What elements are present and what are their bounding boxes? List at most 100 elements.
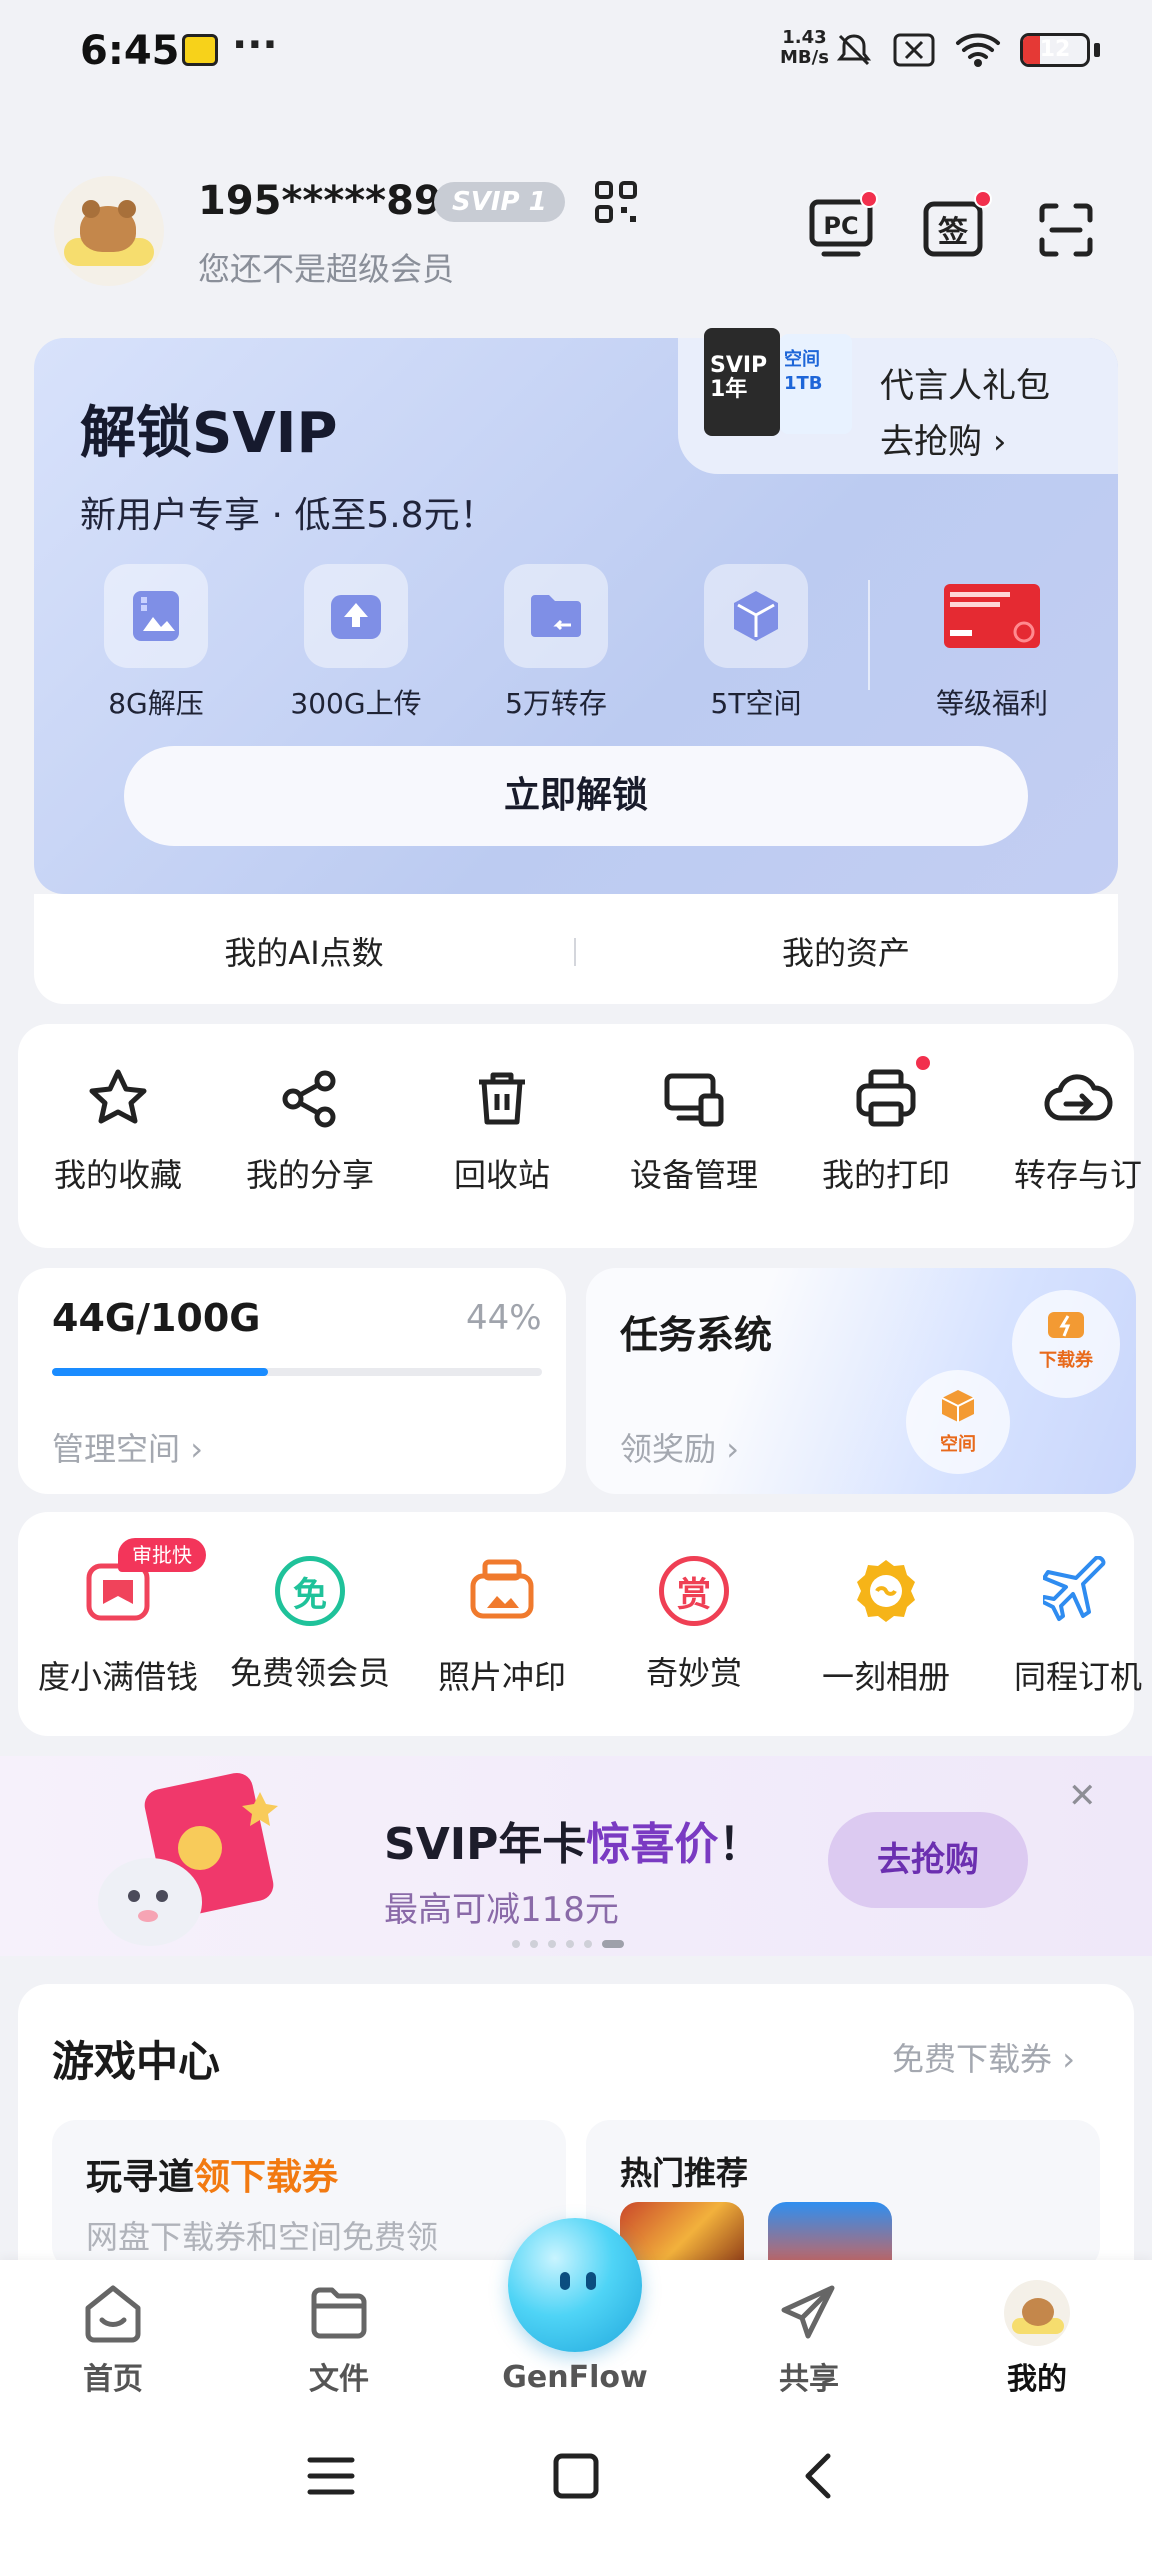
status-icons: 12 xyxy=(834,30,1100,70)
space-gift-card: 空间 1TB xyxy=(780,334,852,434)
network-speed-value: 1.43 xyxy=(782,27,827,48)
membership-status: 您还不是超级会员 xyxy=(198,250,455,288)
game-center-title: 游戏中心 xyxy=(52,2037,221,2086)
back-icon[interactable] xyxy=(798,2452,838,2500)
perk-item[interactable]: 5万转存 xyxy=(486,564,626,722)
service-reward[interactable]: 赏 奇妙赏 xyxy=(598,1556,790,1694)
wifi-icon xyxy=(956,33,1000,67)
space-bubble-label: 空间 xyxy=(940,1434,976,1455)
close-icon[interactable]: ✕ xyxy=(1068,1776,1097,1816)
sign-in-icon-label: 签 xyxy=(938,215,968,250)
service-label: 一刻相册 xyxy=(821,1658,950,1696)
tool-label: 设备管理 xyxy=(629,1156,758,1194)
promo-title-suffix: ！ xyxy=(718,1819,763,1870)
reward-icon: 赏 xyxy=(659,1556,729,1626)
gift-pack-title: 代言人礼包 xyxy=(880,366,1050,406)
sign-in-notification-dot xyxy=(974,190,992,208)
plane-icon xyxy=(1039,1555,1106,1621)
folder-icon xyxy=(311,2287,367,2339)
perk-item[interactable]: 等级福利 xyxy=(922,564,1062,722)
nav-share-label: 共享 xyxy=(779,2362,839,2397)
game-coupon-subtitle: 网盘下载券和空间免费领 xyxy=(86,2218,439,2256)
battery-icon: 12 xyxy=(1020,33,1090,67)
my-assets-link[interactable]: 我的资产 xyxy=(576,928,1116,974)
nav-home[interactable]: 首页 xyxy=(38,2280,188,2398)
nav-genflow-label[interactable]: GenFlow xyxy=(500,2360,650,2395)
nav-mine-label: 我的 xyxy=(1007,2362,1067,2397)
user-id[interactable]: 195*****896 xyxy=(198,178,470,224)
service-duxiaoman[interactable]: 度小满借钱 xyxy=(22,1556,214,1698)
promo-title: SVIP年卡惊喜价！ xyxy=(384,1808,762,1872)
photo-print-icon xyxy=(470,1559,534,1619)
box-icon xyxy=(941,1390,975,1422)
network-speed: 1.43 MB/s xyxy=(780,28,829,68)
my-ai-points-link[interactable]: 我的AI点数 xyxy=(34,928,574,974)
carousel-indicator xyxy=(512,1940,624,1948)
service-album[interactable]: 一刻相册 xyxy=(790,1556,982,1698)
no-sim-icon xyxy=(893,33,935,67)
scan-icon[interactable] xyxy=(1038,202,1094,258)
tool-devices[interactable]: 设备管理 xyxy=(598,1066,790,1196)
storage-percent: 44% xyxy=(466,1298,542,1338)
sign-in-button[interactable]: 签 xyxy=(920,190,992,260)
cloud-transfer-icon xyxy=(1044,1074,1113,1121)
home-square-icon[interactable] xyxy=(552,2452,600,2500)
perk-item[interactable]: 300G上传 xyxy=(286,564,426,722)
qr-code-icon[interactable] xyxy=(594,180,638,224)
more-notifications-indicator: ··· xyxy=(232,22,278,68)
perk-label: 300G上传 xyxy=(290,687,422,720)
folder-transfer-icon xyxy=(531,595,581,637)
status-time: 6:45 xyxy=(80,28,180,74)
archive-icon xyxy=(133,591,179,641)
avatar[interactable] xyxy=(54,176,164,286)
print-notification-dot xyxy=(914,1054,932,1072)
free-icon: 免 xyxy=(275,1556,345,1626)
nav-home-label: 首页 xyxy=(83,2362,143,2397)
manage-space-link[interactable]: 管理空间 › xyxy=(52,1424,203,1470)
nav-files[interactable]: 文件 xyxy=(264,2280,414,2398)
claim-reward-label: 领奖励 xyxy=(620,1430,717,1468)
gift-pack-link-label: 去抢购 xyxy=(880,422,982,462)
tool-share[interactable]: 我的分享 xyxy=(214,1066,406,1196)
free-download-coupon-link[interactable]: 免费下载券 › xyxy=(892,2034,1075,2080)
svip-gift-card: SVIP 1年 xyxy=(704,328,780,436)
service-photo-print[interactable]: 照片冲印 xyxy=(406,1556,598,1698)
svip-level-badge[interactable]: SVIP 1 xyxy=(434,182,565,222)
unlock-svip-button[interactable]: 立即解锁 xyxy=(124,746,1028,846)
pc-notification-dot xyxy=(860,190,878,208)
tool-favorites[interactable]: 我的收藏 xyxy=(22,1066,214,1196)
hot-games-title: 热门推荐 xyxy=(620,2154,749,2192)
promo-buy-button[interactable]: 去抢购 xyxy=(828,1812,1028,1908)
chevron-right-icon: › xyxy=(992,422,1007,462)
tool-label: 我的分享 xyxy=(245,1156,374,1194)
pc-button[interactable]: PC xyxy=(808,190,878,260)
gift-pack-link[interactable]: 去抢购 › xyxy=(880,414,1006,463)
tool-transfer[interactable]: 转存与订 xyxy=(982,1066,1152,1196)
claim-reward-link[interactable]: 领奖励 › xyxy=(620,1424,739,1470)
tool-label: 我的打印 xyxy=(821,1156,950,1194)
paper-plane-icon xyxy=(781,2285,835,2339)
space-bubble[interactable]: 空间 xyxy=(906,1370,1010,1474)
tool-label: 转存与订 xyxy=(1013,1156,1142,1194)
tool-recycle-bin[interactable]: 回收站 xyxy=(406,1066,598,1196)
printer-icon xyxy=(856,1069,916,1127)
nav-mine[interactable]: 我的 xyxy=(962,2280,1112,2398)
pc-icon-label: PC xyxy=(823,212,858,240)
avatar xyxy=(1004,2280,1070,2346)
nav-files-label: 文件 xyxy=(309,2362,369,2397)
tool-print[interactable]: 我的打印 xyxy=(790,1054,982,1196)
free-download-coupon-label: 免费下载券 xyxy=(892,2040,1053,2078)
perk-item[interactable]: 5T空间 xyxy=(686,564,826,722)
album-icon xyxy=(857,1560,915,1622)
share-icon xyxy=(282,1070,336,1128)
game-coupon-title-highlight: 领下载券 xyxy=(194,2157,339,2198)
service-label: 免费领会员 xyxy=(229,1654,390,1692)
game-coupon-title: 玩寻道领下载券 xyxy=(86,2148,338,2200)
download-coupon-bubble[interactable]: 下载券 xyxy=(1012,1290,1120,1398)
perk-item[interactable]: 8G解压 xyxy=(86,564,226,722)
genflow-button[interactable] xyxy=(508,2218,642,2352)
nav-share[interactable]: 共享 xyxy=(734,2280,884,2398)
service-free-vip[interactable]: 免 免费领会员 xyxy=(214,1556,406,1694)
menu-icon[interactable] xyxy=(306,2452,356,2500)
service-flight[interactable]: 同程订机 xyxy=(982,1555,1152,1698)
